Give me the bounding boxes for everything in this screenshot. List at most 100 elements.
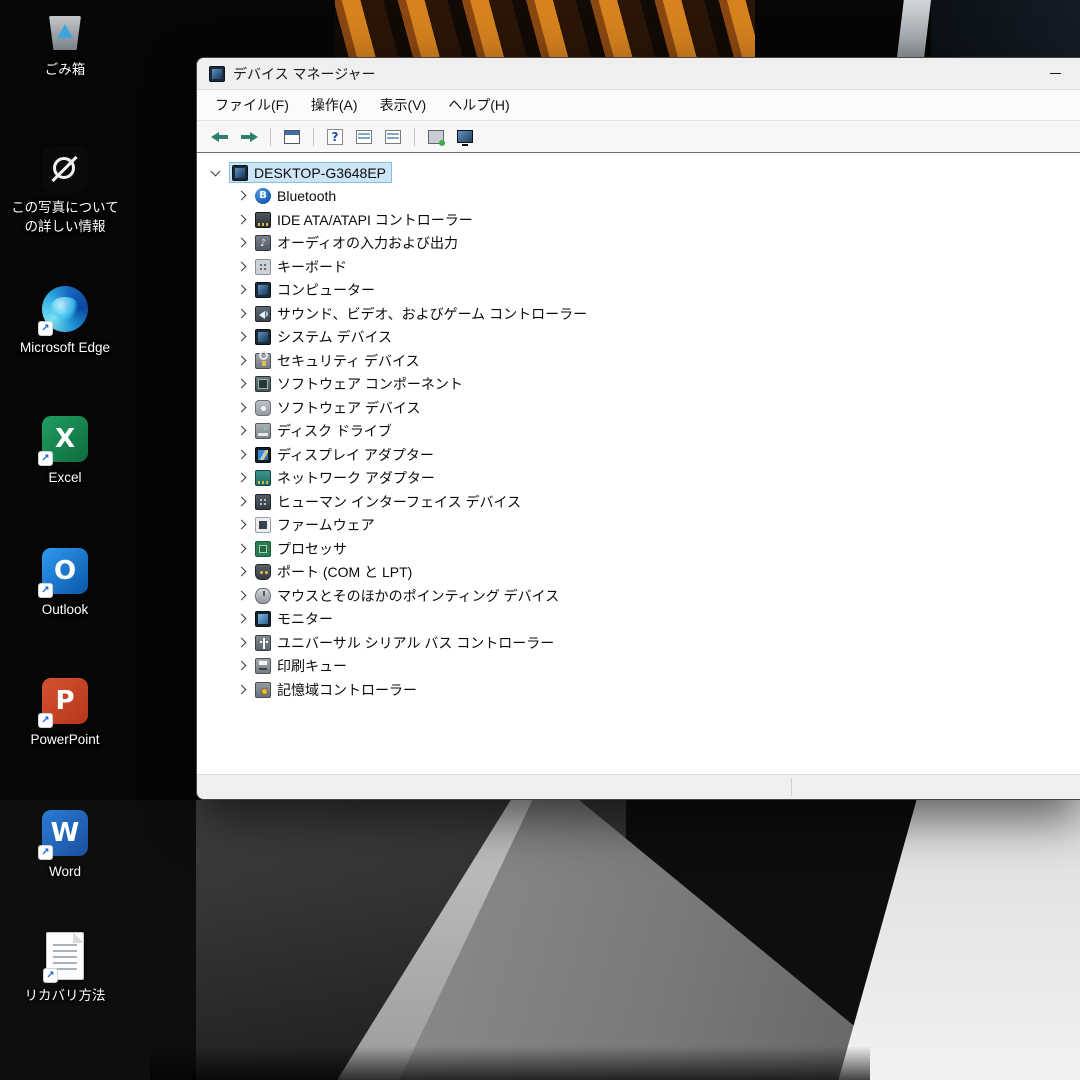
chevron-right-icon[interactable] [235, 283, 249, 297]
shortcut-arrow-icon [43, 968, 58, 983]
shortcut-arrow-icon [38, 845, 53, 860]
device-category-label: セキュリティ デバイス [277, 351, 420, 371]
chevron-right-icon[interactable] [235, 565, 249, 579]
toolbar-separator [270, 128, 271, 146]
desktop-icon-label: リカバリ方法 [25, 987, 106, 1006]
photo-info-icon [42, 146, 88, 192]
device-category-label: ネットワーク アダプター [277, 468, 435, 488]
shortcut-arrow-icon [38, 583, 53, 598]
desktop-icon-edge[interactable]: Microsoft Edge [4, 286, 126, 358]
device-category-label: サウンド、ビデオ、およびゲーム コントローラー [277, 304, 587, 324]
menu-file[interactable]: ファイル(F) [205, 90, 299, 120]
device-category-row[interactable]: 記憶域コントローラー [205, 678, 1080, 702]
device-properties-icon[interactable] [382, 126, 404, 148]
excel-icon [42, 416, 88, 462]
computer-view-icon[interactable] [454, 126, 476, 148]
back-icon[interactable] [209, 126, 231, 148]
device-category-row[interactable]: IDE ATA/ATAPI コントローラー [205, 208, 1080, 232]
scan-hardware-icon[interactable] [425, 126, 447, 148]
chevron-right-icon[interactable] [235, 518, 249, 532]
device-category-row[interactable]: ソフトウェア デバイス [205, 396, 1080, 420]
desktop-icon-label: PowerPoint [30, 731, 99, 750]
desktop-icon-recovery-doc[interactable]: リカバリ方法 [4, 932, 126, 1006]
ports-icon [255, 564, 271, 580]
chevron-right-icon[interactable] [235, 471, 249, 485]
device-category-row[interactable]: プロセッサ [205, 537, 1080, 561]
processors-icon [255, 541, 271, 557]
device-category-label: プロセッサ [277, 539, 347, 559]
window-title: デバイス マネージャー [233, 64, 376, 84]
device-category-label: ソフトウェア コンポーネント [277, 374, 463, 394]
desktop-icon-photo-info[interactable]: この写真についての詳しい情報 [4, 146, 126, 237]
recovery-doc-icon [46, 932, 84, 980]
desktop-icon-word[interactable]: Word [4, 810, 126, 882]
chevron-right-icon[interactable] [235, 260, 249, 274]
chevron-right-icon[interactable] [235, 424, 249, 438]
device-category-row[interactable]: システム デバイス [205, 326, 1080, 350]
device-category-row[interactable]: ディスプレイ アダプター [205, 443, 1080, 467]
chevron-right-icon[interactable] [235, 189, 249, 203]
device-category-label: システム デバイス [277, 327, 392, 347]
chevron-down-icon[interactable] [209, 166, 223, 180]
device-category-row[interactable]: オーディオの入力および出力 [205, 232, 1080, 256]
sound-video-game-icon [255, 306, 271, 322]
device-category-label: ヒューマン インターフェイス デバイス [277, 492, 521, 512]
help-icon[interactable] [324, 126, 346, 148]
desktop-icon-excel[interactable]: Excel [4, 416, 126, 488]
minimize-button[interactable] [1033, 58, 1077, 89]
device-category-row[interactable]: モニター [205, 608, 1080, 632]
device-tree-root-row[interactable]: DESKTOP-G3648EP [205, 161, 1080, 185]
device-category-row[interactable]: ファームウェア [205, 514, 1080, 538]
device-category-label: IDE ATA/ATAPI コントローラー [277, 210, 473, 230]
chevron-right-icon[interactable] [235, 495, 249, 509]
device-category-row[interactable]: ソフトウェア コンポーネント [205, 373, 1080, 397]
device-list-icon[interactable] [353, 126, 375, 148]
device-category-label: キーボード [277, 257, 347, 277]
menu-action[interactable]: 操作(A) [301, 90, 368, 120]
mice-icon [255, 588, 271, 604]
bluetooth-icon [255, 188, 271, 204]
chevron-right-icon[interactable] [235, 612, 249, 626]
powerpoint-icon [42, 678, 88, 724]
toolbar [197, 121, 1080, 153]
device-category-row[interactable]: ディスク ドライブ [205, 420, 1080, 444]
device-category-label: モニター [277, 609, 333, 629]
device-category-row[interactable]: マウスとそのほかのポインティング デバイス [205, 584, 1080, 608]
device-category-row[interactable]: ヒューマン インターフェイス デバイス [205, 490, 1080, 514]
chevron-right-icon[interactable] [235, 354, 249, 368]
wallpaper-light-sliver [897, 0, 931, 57]
device-category-row[interactable]: 印刷キュー [205, 655, 1080, 679]
chevron-right-icon[interactable] [235, 448, 249, 462]
chevron-right-icon[interactable] [235, 236, 249, 250]
forward-icon[interactable] [238, 126, 260, 148]
chevron-right-icon[interactable] [235, 401, 249, 415]
device-category-row[interactable]: コンピューター [205, 279, 1080, 303]
menu-help[interactable]: ヘルプ(H) [438, 90, 519, 120]
device-manager-icon [209, 66, 225, 82]
chevron-right-icon[interactable] [235, 307, 249, 321]
console-window-icon[interactable] [281, 126, 303, 148]
device-category-row[interactable]: ポート (COM と LPT) [205, 561, 1080, 585]
desktop-icon-powerpoint[interactable]: PowerPoint [4, 678, 126, 750]
device-category-row[interactable]: サウンド、ビデオ、およびゲーム コントローラー [205, 302, 1080, 326]
chevron-right-icon[interactable] [235, 636, 249, 650]
device-category-row[interactable]: ユニバーサル シリアル バス コントローラー [205, 631, 1080, 655]
keyboard-icon [255, 259, 271, 275]
chevron-right-icon[interactable] [235, 213, 249, 227]
device-category-row[interactable]: Bluetooth [205, 185, 1080, 209]
device-category-row[interactable]: キーボード [205, 255, 1080, 279]
device-category-row[interactable]: ネットワーク アダプター [205, 467, 1080, 491]
desktop-icon-recycle-bin[interactable]: ごみ箱 [4, 8, 126, 80]
device-tree-items: Bluetooth IDE ATA/ATAPI コントローラー オーディオの入力… [205, 185, 1080, 702]
chevron-right-icon[interactable] [235, 542, 249, 556]
desktop-icon-outlook[interactable]: Outlook [4, 548, 126, 620]
storage-controllers-icon [255, 682, 271, 698]
menu-view[interactable]: 表示(V) [370, 90, 437, 120]
chevron-right-icon[interactable] [235, 377, 249, 391]
chevron-right-icon[interactable] [235, 659, 249, 673]
chevron-right-icon[interactable] [235, 683, 249, 697]
device-category-row[interactable]: セキュリティ デバイス [205, 349, 1080, 373]
chevron-right-icon[interactable] [235, 589, 249, 603]
chevron-right-icon[interactable] [235, 330, 249, 344]
device-category-label: ポート (COM と LPT) [277, 562, 412, 582]
